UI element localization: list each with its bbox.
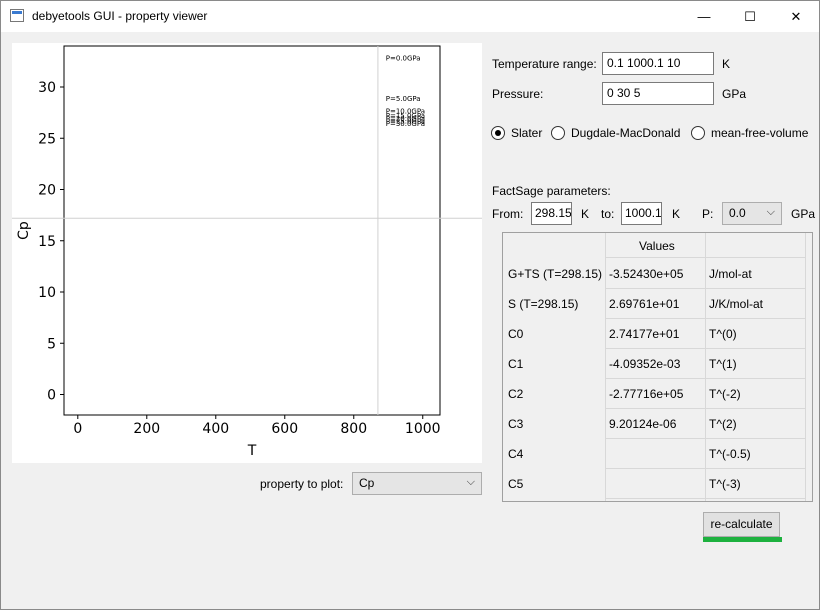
- row-value: 2.69761e+01: [609, 297, 680, 311]
- radio-dugdale-label: Dugdale-MacDonald: [571, 126, 681, 140]
- x-tick-label: 800: [340, 421, 367, 437]
- close-button[interactable]: ✕: [773, 1, 819, 32]
- p-unit: GPa: [791, 207, 816, 221]
- radio-slater[interactable]: [491, 126, 505, 140]
- row-value: -2.77716e+05: [609, 387, 684, 401]
- radio-mean-free-volume[interactable]: [691, 126, 705, 140]
- cp-chart: 0 200 400 600 800 1000 0 5 10 15 20 25 30 T Cp P=0.0GPa…: [12, 43, 482, 459]
- row-unit: T^(2): [709, 417, 737, 431]
- series-label: P=0.0GPa: [386, 54, 421, 62]
- to-unit: K: [672, 207, 681, 221]
- row-value: 2.74177e+01: [609, 327, 680, 341]
- x-tick-label: 1000: [405, 421, 441, 437]
- plot-frame: [63, 45, 441, 416]
- from-input[interactable]: 298.15: [531, 202, 572, 225]
- p-label: P:: [702, 207, 714, 221]
- row-unit: J/mol-at: [709, 267, 752, 281]
- row-name: C3: [508, 417, 524, 431]
- row-name: C2: [508, 387, 524, 401]
- series-label: P=30.0GPa: [386, 120, 425, 128]
- radio-mean-free-volume-label: mean-free-volume: [711, 126, 809, 140]
- property-select-value: Cp: [359, 476, 375, 490]
- y-tick-label: 5: [47, 336, 56, 352]
- title-bar: debyetools GUI - property viewer — ☐ ✕: [1, 1, 819, 32]
- from-unit: K: [581, 207, 590, 221]
- y-tick-label: 15: [38, 234, 56, 250]
- maximize-button[interactable]: ☐: [727, 1, 773, 32]
- x-tick-label: 0: [73, 421, 82, 437]
- window-title: debyetools GUI - property viewer: [32, 9, 208, 23]
- row-name: C1: [508, 357, 524, 371]
- from-label: From:: [492, 207, 524, 221]
- x-tick-label: 400: [202, 421, 229, 437]
- x-tick-label: 200: [133, 421, 160, 437]
- row-name: S (T=298.15): [508, 297, 579, 311]
- row-name: C4: [508, 447, 524, 461]
- radio-dugdale[interactable]: [551, 126, 565, 140]
- row-value: -4.09352e-03: [609, 357, 681, 371]
- temperature-input[interactable]: 0.1 1000.1 10: [602, 52, 714, 75]
- row-name: G+TS (T=298.15): [508, 267, 603, 281]
- radio-slater-label: Slater: [511, 126, 543, 140]
- app-window: debyetools GUI - property viewer — ☐ ✕ 0…: [0, 0, 820, 610]
- row-unit: T^(-2): [709, 387, 741, 401]
- pressure-unit: GPa: [722, 87, 747, 101]
- row-value: -3.52430e+05: [609, 267, 684, 281]
- property-label: property to plot:: [260, 477, 344, 491]
- pressure-select[interactable]: 0.0 ⌵: [722, 202, 782, 225]
- row-name: C0: [508, 327, 524, 341]
- row-unit: T^(0): [709, 327, 737, 341]
- temperature-unit: K: [722, 57, 731, 71]
- y-tick-label: 0: [47, 388, 56, 404]
- series-label: P=5.0GPa: [386, 95, 421, 103]
- x-tick-label: 600: [271, 421, 298, 437]
- app-icon: [10, 9, 24, 22]
- row-unit: T^(1): [709, 357, 737, 371]
- y-tick-label: 30: [38, 80, 56, 96]
- table-header-values: Values: [639, 239, 675, 253]
- minimize-button[interactable]: —: [681, 1, 727, 32]
- chevron-down-icon: ⌵: [766, 206, 775, 218]
- temperature-label: Temperature range:: [492, 57, 597, 71]
- y-axis-label: Cp: [16, 221, 32, 240]
- pressure-label: Pressure:: [492, 87, 544, 101]
- row-unit: T^(-0.5): [709, 447, 751, 461]
- y-tick-label: 25: [38, 131, 56, 147]
- plot-canvas[interactable]: 0 200 400 600 800 1000 0 5 10 15 20 25 30 T Cp P=0.0GPa…: [12, 43, 482, 463]
- row-name: C5: [508, 477, 524, 491]
- x-axis-label: T: [247, 443, 257, 459]
- chevron-down-icon: ⌵: [466, 476, 475, 488]
- factsage-label: FactSage parameters:: [492, 184, 611, 198]
- y-tick-label: 10: [38, 285, 56, 301]
- progress-bar: [703, 537, 782, 542]
- recalculate-button[interactable]: re-calculate: [703, 512, 780, 537]
- pressure-select-value: 0.0: [729, 206, 746, 220]
- to-label: to:: [601, 207, 615, 221]
- y-tick-label: 20: [38, 183, 56, 199]
- pressure-input[interactable]: 0 30 5: [602, 82, 714, 105]
- parameters-table: Values G+TS (T=298.15) -3.52430e+05 J/mol-…: [502, 232, 813, 502]
- property-select[interactable]: Cp ⌵: [352, 472, 482, 495]
- row-value: 9.20124e-06: [609, 417, 677, 431]
- row-unit: T^(-3): [709, 477, 741, 491]
- to-input[interactable]: 1000.1: [621, 202, 662, 225]
- row-unit: J/K/mol-at: [709, 297, 764, 311]
